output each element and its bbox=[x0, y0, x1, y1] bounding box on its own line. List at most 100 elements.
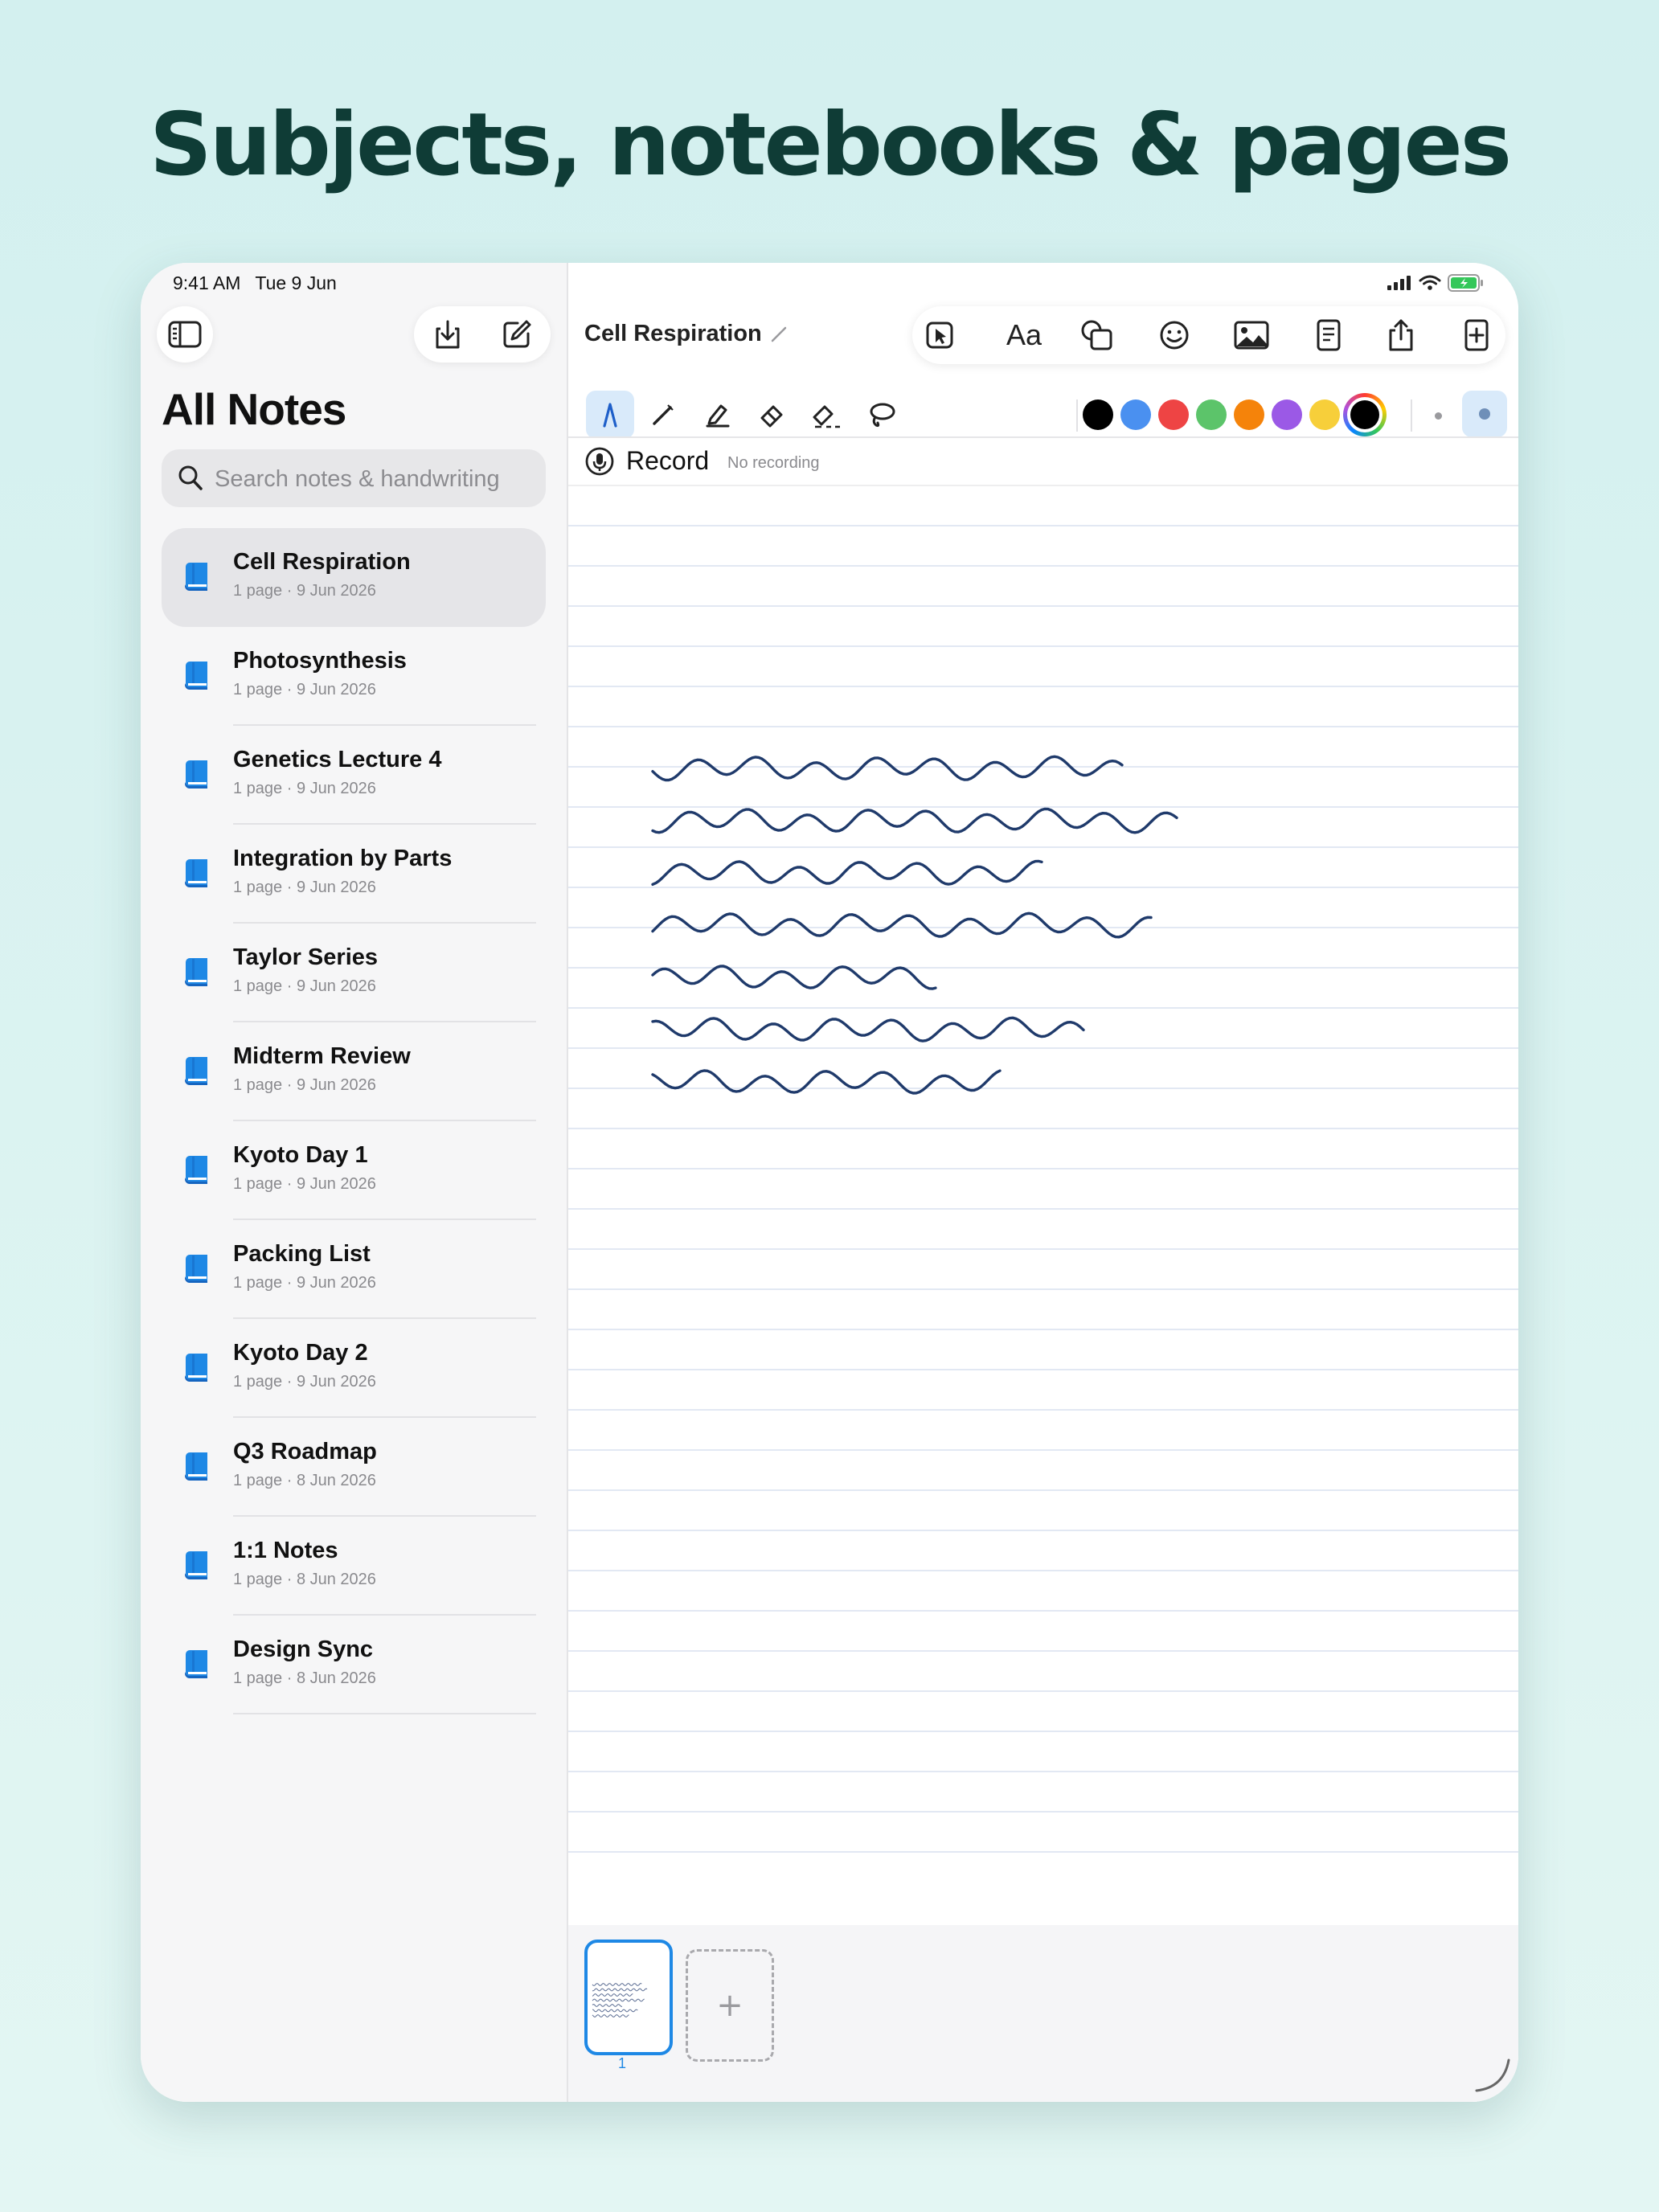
ink-stroke bbox=[651, 1016, 1085, 1043]
note-meta: 1 page · 9 Jun 2026 bbox=[233, 780, 376, 797]
color-swatch-orange[interactable] bbox=[1234, 399, 1264, 430]
notebook-icon bbox=[185, 563, 207, 591]
add-page-top-button[interactable] bbox=[1459, 317, 1494, 353]
stroke-size-xs[interactable] bbox=[1435, 412, 1442, 420]
note-canvas[interactable] bbox=[568, 486, 1518, 1885]
note-meta: 1 page · 8 Jun 2026 bbox=[233, 1472, 376, 1489]
color-swatch-blue[interactable] bbox=[1120, 399, 1151, 430]
pencil-tool-button[interactable] bbox=[639, 391, 687, 436]
color-swatch-green[interactable] bbox=[1196, 399, 1227, 430]
note-title: Cell Respiration bbox=[233, 549, 411, 575]
import-icon bbox=[436, 320, 460, 349]
toolbar-divider bbox=[1076, 399, 1078, 432]
color-swatch-purple[interactable] bbox=[1272, 399, 1302, 430]
shapes-button[interactable] bbox=[1079, 317, 1115, 353]
notebook-icon bbox=[185, 1156, 207, 1184]
text-tool-label: Aa bbox=[1006, 318, 1043, 351]
note-list-item[interactable]: Design Sync 1 page · 8 Jun 2026 bbox=[162, 1616, 546, 1714]
notebook-icon bbox=[185, 760, 207, 789]
note-list-item[interactable]: Cell Respiration 1 page · 9 Jun 2026 bbox=[162, 528, 546, 627]
pencil-icon bbox=[653, 404, 674, 425]
status-date: Tue 9 Jun bbox=[255, 272, 337, 293]
signal-icon bbox=[1387, 276, 1411, 290]
note-list-item[interactable]: Midterm Review 1 page · 9 Jun 2026 bbox=[162, 1022, 546, 1121]
pen-icon bbox=[603, 403, 617, 428]
thumbnail-ink-stroke bbox=[592, 1993, 633, 1997]
add-page-button[interactable]: + bbox=[686, 1949, 774, 2062]
note-title: Midterm Review bbox=[233, 1043, 411, 1069]
color-swatch-red[interactable] bbox=[1158, 399, 1189, 430]
note-list-item[interactable]: Kyoto Day 1 1 page · 9 Jun 2026 bbox=[162, 1121, 546, 1220]
note-list-item[interactable]: Kyoto Day 2 1 page · 9 Jun 2026 bbox=[162, 1319, 546, 1418]
note-list-item[interactable]: Taylor Series 1 page · 9 Jun 2026 bbox=[162, 924, 546, 1022]
share-icon bbox=[1389, 319, 1413, 351]
battery-icon bbox=[1448, 274, 1483, 292]
ipad-frame: 9:41 AM Tue 9 Jun All Notes Search notes… bbox=[141, 263, 1518, 2102]
sidebar-icon bbox=[168, 321, 202, 348]
eraser-tool-button[interactable] bbox=[748, 391, 797, 436]
record-status: No recording bbox=[727, 454, 820, 472]
note-meta: 1 page · 9 Jun 2026 bbox=[233, 681, 376, 698]
note-title: Photosynthesis bbox=[233, 648, 407, 674]
note-title: Design Sync bbox=[233, 1636, 374, 1662]
note-title: Kyoto Day 2 bbox=[233, 1340, 368, 1366]
note-meta: 1 page · 9 Jun 2026 bbox=[233, 977, 376, 995]
note-title: 1:1 Notes bbox=[233, 1538, 338, 1563]
notebook-icon bbox=[185, 1354, 207, 1382]
note-title: Packing List bbox=[233, 1241, 371, 1267]
resize-handle-icon[interactable] bbox=[1472, 2054, 1514, 2095]
note-meta: 1 page · 9 Jun 2026 bbox=[233, 1076, 376, 1094]
page-thumbnail[interactable] bbox=[584, 1940, 673, 2055]
select-pointer-icon bbox=[926, 322, 953, 349]
share-button[interactable] bbox=[1383, 317, 1419, 353]
note-meta: 1 page · 9 Jun 2026 bbox=[233, 1175, 376, 1193]
note-title: Q3 Roadmap bbox=[233, 1439, 377, 1464]
note-list-item[interactable]: Photosynthesis 1 page · 9 Jun 2026 bbox=[162, 627, 546, 726]
color-swatch-yellow[interactable] bbox=[1309, 399, 1340, 430]
note-list-item[interactable]: Genetics Lecture 4 1 page · 9 Jun 2026 bbox=[162, 726, 546, 825]
import-button[interactable] bbox=[430, 317, 465, 352]
page-template-button[interactable] bbox=[1311, 317, 1346, 353]
ink-stroke bbox=[651, 807, 1178, 834]
pencil-edit-icon bbox=[771, 326, 787, 342]
record-button[interactable]: Record bbox=[626, 446, 709, 476]
highlighter-icon bbox=[706, 404, 730, 428]
note-title: Kyoto Day 1 bbox=[233, 1142, 368, 1168]
partial-eraser-tool-button[interactable] bbox=[803, 391, 851, 436]
note-title: Genetics Lecture 4 bbox=[233, 747, 442, 772]
ink-stroke bbox=[651, 965, 937, 990]
sidebar-actions bbox=[414, 306, 551, 363]
note-list-item[interactable]: 1:1 Notes 1 page · 8 Jun 2026 bbox=[162, 1517, 546, 1616]
select-tool-button[interactable] bbox=[922, 317, 957, 353]
thumbnail-ink-stroke bbox=[592, 2009, 638, 2013]
search-input[interactable] bbox=[213, 449, 538, 509]
ink-stroke bbox=[651, 755, 1124, 782]
highlighter-tool-button[interactable] bbox=[694, 391, 742, 436]
shapes-icon bbox=[1081, 320, 1112, 350]
mic-icon[interactable] bbox=[584, 446, 615, 477]
note-list-item[interactable]: Packing List 1 page · 9 Jun 2026 bbox=[162, 1220, 546, 1319]
stroke-size-small[interactable] bbox=[1462, 391, 1507, 436]
lasso-icon bbox=[870, 403, 895, 428]
ink-stroke bbox=[651, 1069, 1002, 1095]
document-title[interactable]: Cell Respiration bbox=[584, 321, 788, 347]
thumbnail-ink-stroke bbox=[592, 1983, 642, 1986]
emoji-icon bbox=[1160, 321, 1189, 350]
note-meta: 1 page · 8 Jun 2026 bbox=[233, 1571, 376, 1588]
compose-button[interactable] bbox=[499, 317, 535, 352]
text-tool-button[interactable]: Aa bbox=[997, 317, 1051, 353]
note-list-item[interactable]: Integration by Parts 1 page · 9 Jun 2026 bbox=[162, 825, 546, 924]
note-title: Integration by Parts bbox=[233, 846, 453, 871]
pen-tool-button[interactable] bbox=[586, 391, 634, 436]
note-meta: 1 page · 8 Jun 2026 bbox=[233, 1669, 376, 1687]
notebook-icon bbox=[185, 1057, 207, 1085]
note-list-item[interactable]: Q3 Roadmap 1 page · 8 Jun 2026 bbox=[162, 1418, 546, 1517]
sidebar-toggle-button[interactable] bbox=[157, 306, 213, 363]
color-swatch-black[interactable] bbox=[1083, 399, 1113, 430]
color-picker-selected[interactable] bbox=[1343, 393, 1387, 436]
image-button[interactable] bbox=[1234, 317, 1269, 353]
lasso-tool-button[interactable] bbox=[858, 391, 906, 436]
emoji-button[interactable] bbox=[1157, 317, 1192, 353]
note-meta: 1 page · 9 Jun 2026 bbox=[233, 1373, 376, 1391]
search-bar[interactable] bbox=[162, 449, 546, 509]
